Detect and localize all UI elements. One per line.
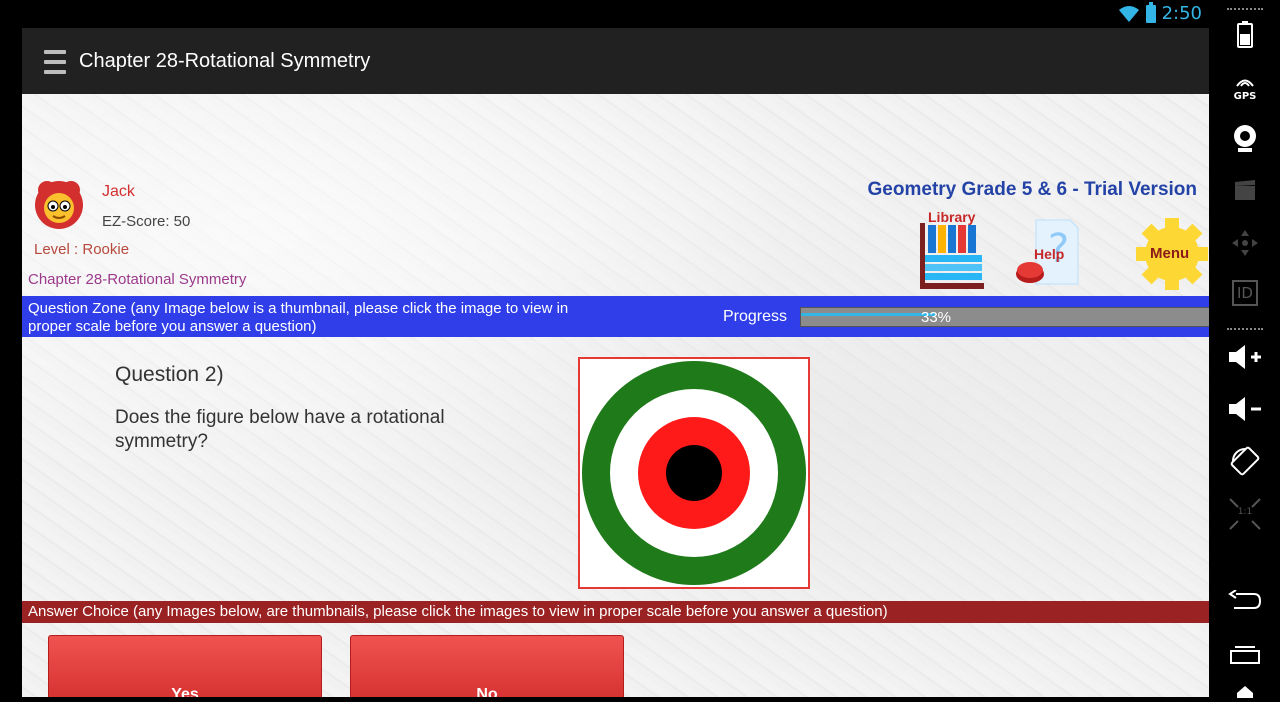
library-button[interactable]: Library: [920, 209, 986, 289]
books-icon: [920, 223, 984, 289]
status-time: 2:50: [1161, 3, 1202, 24]
question-zone-text: Question Zone (any Image below is a thum…: [28, 300, 569, 335]
hamburger-menu-icon[interactable]: [44, 50, 66, 80]
back-icon[interactable]: [1210, 589, 1280, 616]
page-title: Chapter 28-Rotational Symmetry: [79, 50, 371, 72]
question-image-thumbnail[interactable]: [578, 357, 810, 589]
action-bar: Chapter 28-Rotational Symmetry: [22, 28, 1209, 94]
question-number: Question 2): [115, 363, 224, 386]
app-name-title: Geometry Grade 5 & 6 - Trial Version: [867, 179, 1197, 200]
recent-apps-icon[interactable]: [1210, 643, 1280, 671]
answer-choice-text: Answer Choice (any Images below, are thu…: [28, 603, 888, 620]
answer-yes-button[interactable]: Yes: [48, 635, 322, 697]
panel-divider: [1227, 8, 1263, 13]
volume-down-icon[interactable]: [1210, 395, 1280, 427]
app-window: Chapter 28-Rotational Symmetry Jack EZ-S…: [22, 28, 1209, 697]
gps-panel-icon[interactable]: GPS: [1210, 72, 1280, 102]
help-button[interactable]: ? Help: [1014, 218, 1084, 288]
camera-panel-icon[interactable]: [1210, 123, 1280, 159]
answer-no-button[interactable]: No: [350, 635, 624, 697]
emulator-side-panel: GPS ID 1:1: [1210, 0, 1280, 698]
answer-yes-label: Yes: [171, 686, 199, 697]
avatar[interactable]: [32, 178, 86, 232]
answer-no-label: No: [476, 686, 498, 697]
gps-label: GPS: [1233, 91, 1257, 102]
volume-up-icon[interactable]: [1210, 343, 1280, 375]
dpad-panel-icon[interactable]: [1210, 228, 1280, 262]
ring-center: [666, 445, 722, 501]
library-label: Library: [928, 209, 976, 225]
battery-panel-icon[interactable]: [1210, 20, 1280, 52]
home-icon[interactable]: [1210, 683, 1280, 702]
progress-label: Progress: [723, 308, 788, 325]
menu-label: Menu: [1150, 245, 1190, 262]
status-bar: 2:50: [0, 0, 1210, 28]
scale-icon[interactable]: 1:1: [1210, 497, 1280, 535]
menu-button[interactable]: Menu: [1134, 216, 1209, 292]
answer-choice-banner: Answer Choice (any Images below, are thu…: [22, 601, 1209, 623]
id-label: ID: [1232, 280, 1258, 306]
id-panel-icon[interactable]: ID: [1210, 280, 1280, 306]
scale-label: 1:1: [1237, 507, 1253, 517]
battery-icon: [1145, 1, 1156, 23]
media-panel-icon[interactable]: [1210, 178, 1280, 206]
question-text: Does the figure below have a rotational …: [115, 407, 445, 452]
progress-value: 33%: [920, 309, 952, 326]
user-name: Jack: [102, 183, 135, 200]
progress-bar: 33%: [800, 307, 1209, 327]
help-label: Help: [1034, 246, 1065, 262]
wifi-icon: [1118, 5, 1139, 22]
rotate-icon[interactable]: [1210, 445, 1280, 481]
question-zone-banner: Question Zone (any Image below is a thum…: [22, 296, 1209, 337]
user-level: Level : Rookie: [34, 241, 130, 258]
panel-divider: [1227, 328, 1263, 333]
ez-score: EZ-Score: 50: [102, 213, 191, 230]
chapter-label: Chapter 28-Rotational Symmetry: [28, 271, 247, 288]
